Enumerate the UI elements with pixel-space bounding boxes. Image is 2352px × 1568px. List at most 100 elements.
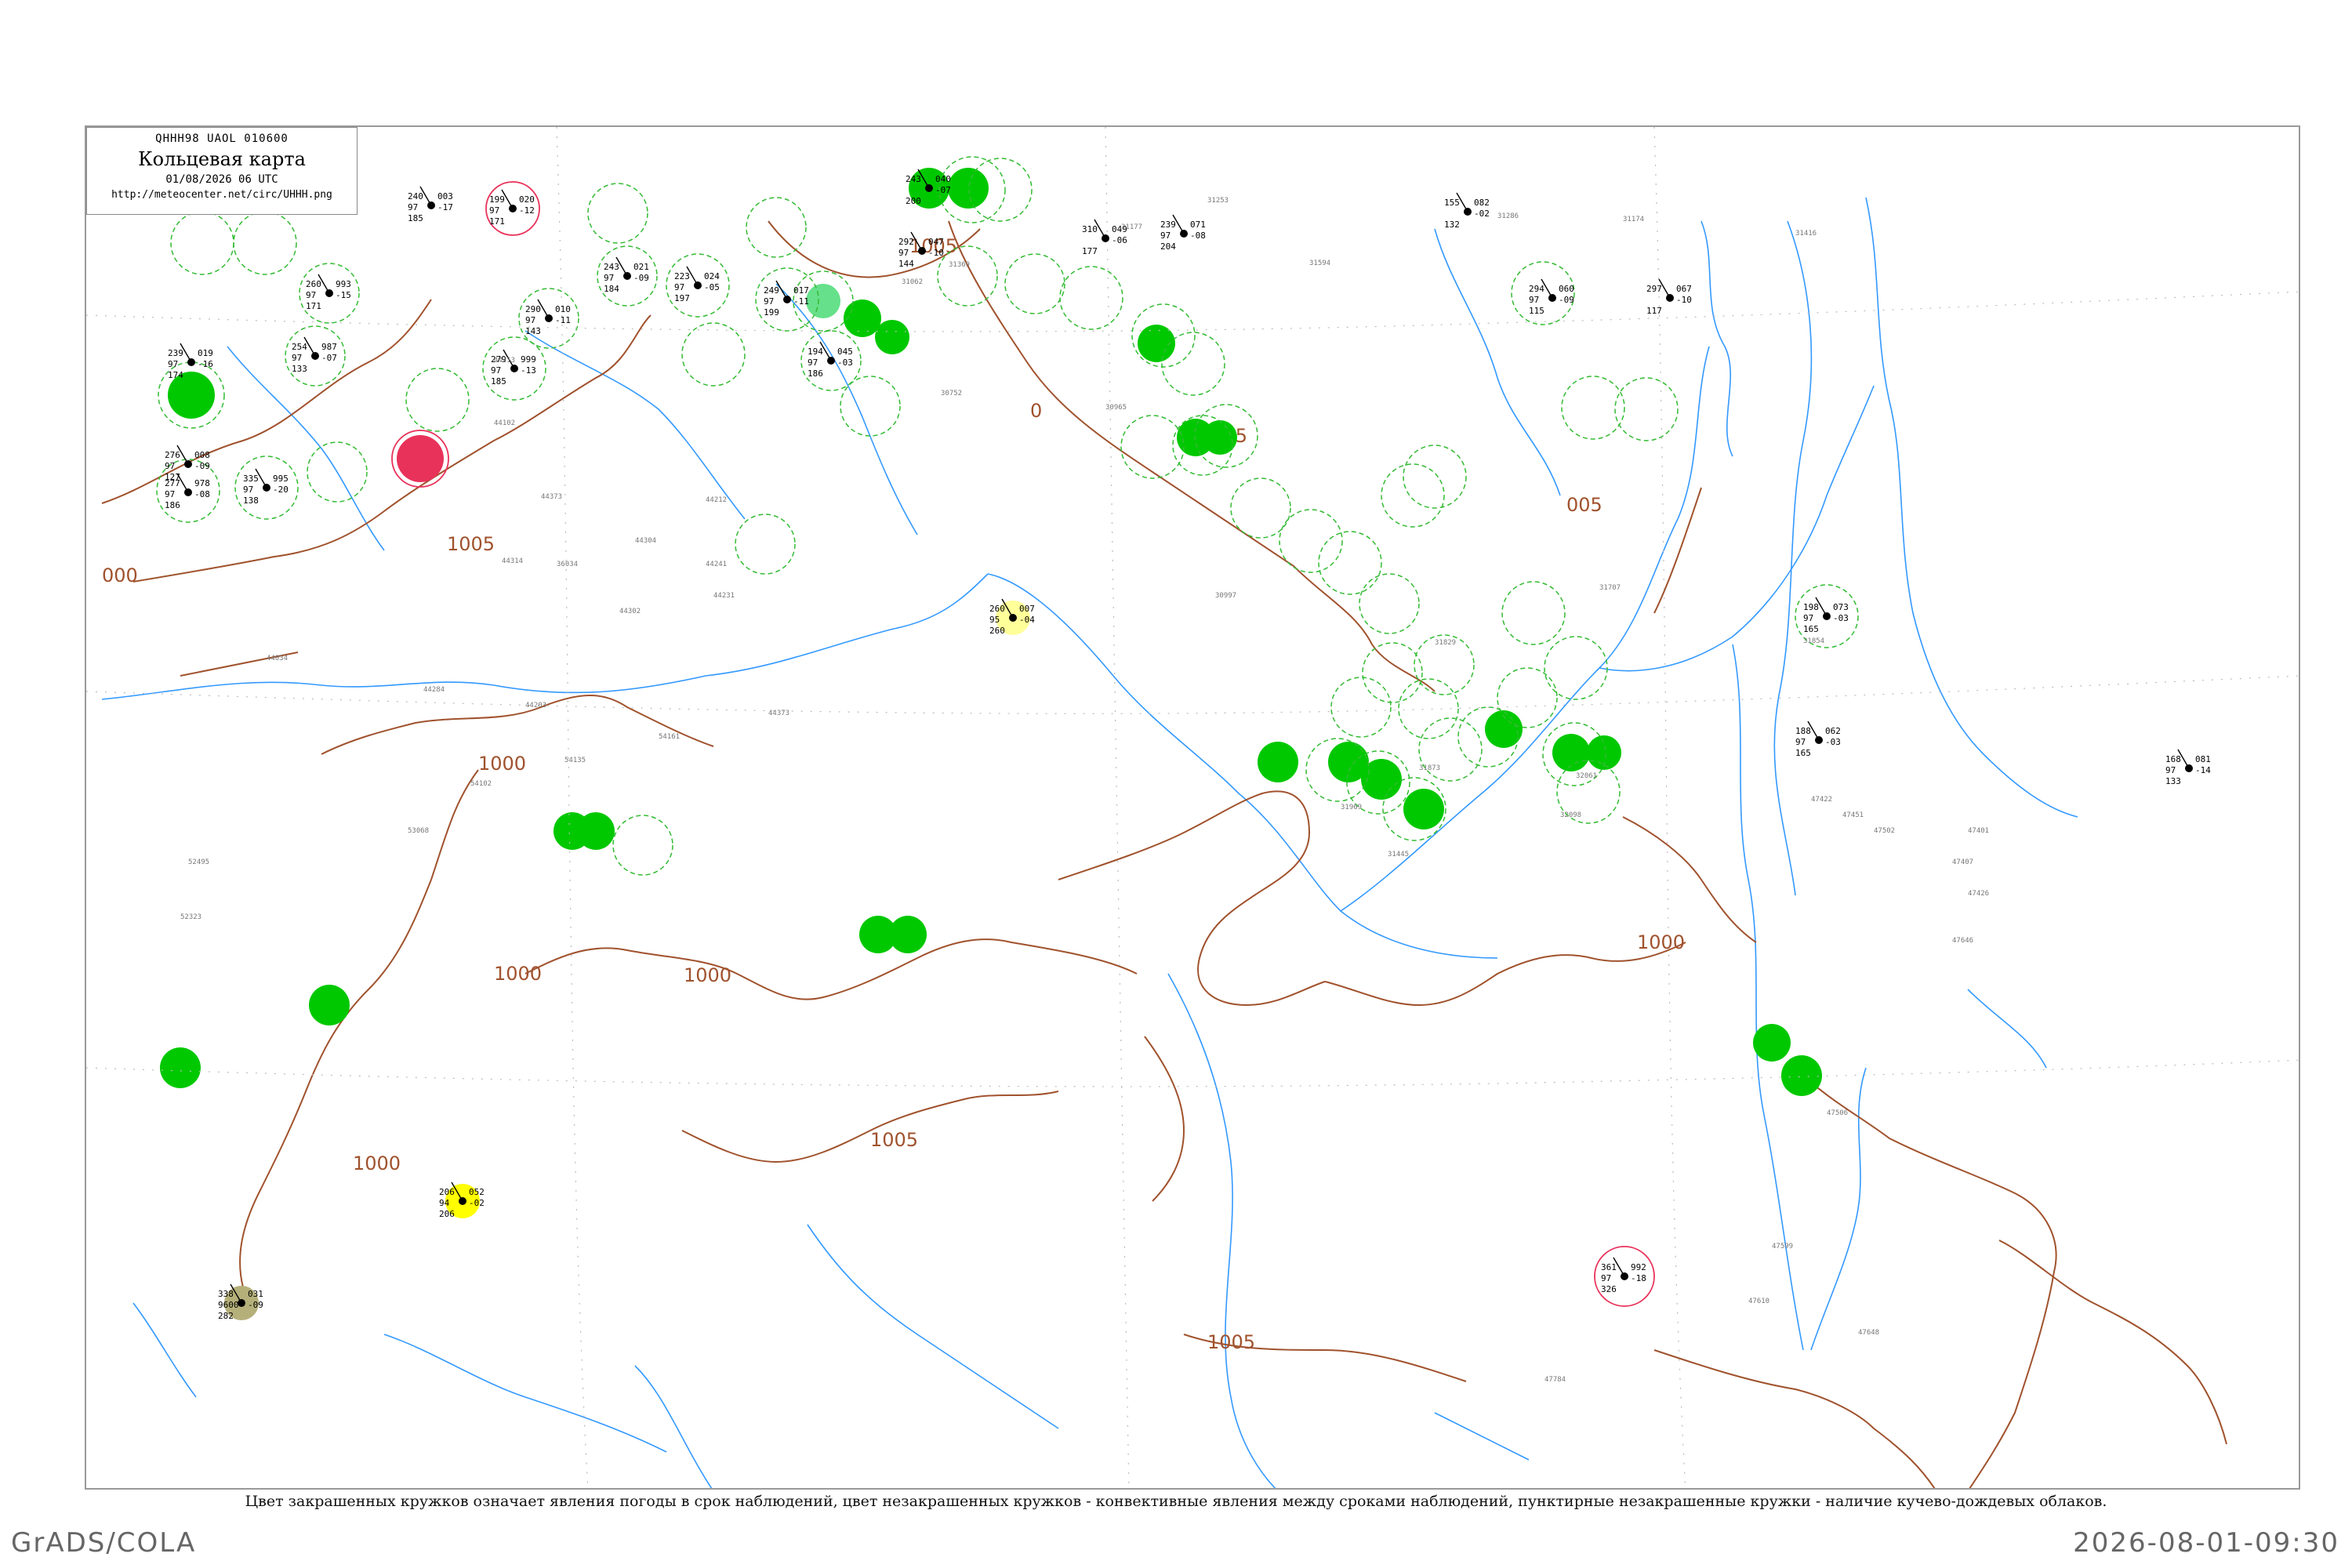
station-dewpoint: 133 (2165, 776, 2181, 786)
station-dewpoint: 197 (674, 293, 690, 303)
station-visibility: 97 (1803, 613, 1813, 623)
station-dewpoint: 204 (1160, 241, 1176, 252)
station-dewpoint: 185 (491, 376, 506, 387)
station-plot: 24097185 003-17 (408, 186, 453, 223)
station-plot: 25497133 987-07 (292, 336, 337, 374)
station-pressure: 081 (2195, 754, 2211, 764)
station-index: 44034 (267, 655, 288, 662)
station-temperature: 239 (1160, 220, 1176, 230)
station-pressure-tendency: -02 (469, 1198, 485, 1208)
station-plot: 33597138 995-20 (243, 468, 289, 506)
station-index: 31707 (1599, 584, 1621, 592)
station-pressure-tendency: -09 (1559, 295, 1574, 305)
station-pressure-tendency: -09 (248, 1300, 263, 1310)
station-index: 31062 (902, 278, 923, 286)
weather-circles (160, 168, 1822, 1320)
station-pressure: 007 (1019, 604, 1035, 614)
rain-circle (309, 985, 350, 1025)
station-dewpoint: 260 (989, 626, 1005, 636)
station-index: 52323 (180, 913, 201, 921)
station-pressure-tendency: -06 (1112, 235, 1127, 245)
station-plot: 19897165 073-03 (1803, 597, 1849, 634)
station-pressure: 045 (837, 347, 853, 357)
station-pressure-tendency: -17 (437, 202, 453, 212)
station-plot: 155 132 082-02 (1444, 192, 1490, 230)
station-dewpoint: 165 (1803, 624, 1819, 634)
station-pressure-tendency: -09 (633, 273, 649, 283)
station-dewpoint: 200 (906, 196, 921, 206)
station-temperature: 294 (1529, 284, 1544, 294)
graticule (86, 127, 2299, 1488)
station-index: 47784 (1544, 1376, 1566, 1384)
station-visibility: 97 (168, 359, 178, 369)
station-index: 44314 (502, 557, 523, 565)
isobar-label: 1005 (1207, 1331, 1255, 1353)
station-dewpoint: 174 (168, 370, 183, 380)
station-plot: 23997204 071-08 (1160, 214, 1206, 252)
station-dewpoint: 144 (898, 259, 914, 269)
station-temperature: 254 (292, 342, 307, 352)
station-pressure: 010 (555, 304, 571, 314)
station-index: 44212 (706, 496, 727, 504)
station-pressure: 003 (437, 191, 453, 201)
station-visibility: 9600 (218, 1300, 239, 1310)
isobar-label: 1000 (684, 964, 731, 986)
isobar-label: 1000 (478, 753, 526, 775)
station-plot: 27697127008-09 (165, 445, 210, 482)
isobar-label: 1005 (870, 1129, 918, 1151)
station-index: 30965 (1105, 404, 1127, 412)
station-temperature: 249 (764, 285, 779, 296)
station-index: 31369 (949, 261, 970, 269)
station-pressure-tendency: -03 (1825, 737, 1841, 747)
station-pressure: 987 (321, 342, 337, 352)
station-visibility: 95 (989, 615, 1000, 625)
station-index: 47599 (1772, 1243, 1793, 1250)
station-index: 30752 (941, 390, 962, 397)
station-temperature: 240 (408, 191, 423, 201)
station-index: 44302 (619, 608, 641, 615)
isobar-label: 000 (102, 564, 138, 586)
station-index: 31177 (1121, 223, 1142, 231)
station-index: 44102 (494, 419, 515, 427)
isobar-label: 0 (1030, 400, 1042, 422)
station-index: 31829 (1435, 639, 1456, 647)
station-temperature: 243 (604, 262, 619, 272)
station-dewpoint: 186 (808, 368, 823, 379)
station-index: 36034 (557, 561, 578, 568)
station-pressure-tendency: -13 (521, 365, 536, 376)
source-url[interactable]: http://meteocenter.net/circ/UHHH.png (87, 189, 357, 201)
station-dewpoint: 184 (604, 284, 619, 294)
station-pressure: 017 (793, 285, 809, 296)
rain-circle (889, 916, 927, 953)
station-index: 54161 (659, 733, 680, 741)
station-index: 44213 (494, 357, 515, 365)
station-pressure-tendency: -16 (198, 359, 213, 369)
map-canvas: 1005 1005 1000 1000 1000 1000 1005 1005 … (86, 127, 2299, 1488)
station-plot: 27797186 978-08 (165, 473, 210, 510)
station-plot: 24397184 021-09 (604, 256, 649, 294)
station-dewpoint: 177 (1082, 246, 1098, 256)
station-pressure: 019 (198, 348, 213, 358)
station-temperature: 155 (1444, 198, 1460, 208)
convective-circles (391, 181, 1655, 1307)
station-pressure: 020 (519, 194, 535, 205)
rain-circle (948, 168, 989, 209)
rain-circle (806, 284, 840, 318)
station-pressure-tendency: -10 (1676, 295, 1692, 305)
station-index: 47502 (1874, 827, 1895, 835)
station-visibility: 97 (306, 290, 316, 300)
station-visibility: 97 (292, 353, 302, 363)
station-index: 44203 (525, 702, 546, 710)
station-pressure: 992 (1631, 1262, 1646, 1272)
station-temperature: 260 (306, 279, 321, 289)
station-temperature: 277 (165, 478, 180, 488)
isobar-label: 005 (1566, 494, 1602, 516)
station-pressure-tendency: -04 (1019, 615, 1035, 625)
station-pressure-tendency: -18 (1631, 1273, 1646, 1283)
station-plot: 36197326 992-18 (1601, 1257, 1646, 1294)
station-index: 47426 (1968, 890, 1989, 898)
station-plot: 22397197 024-05 (674, 266, 720, 303)
station-pressure: 024 (704, 271, 720, 281)
title-box: QHHH98 UAOL 010600 Кольцевая карта 01/08… (86, 127, 358, 215)
station-plot: 297 117 067-10 (1646, 278, 1692, 316)
